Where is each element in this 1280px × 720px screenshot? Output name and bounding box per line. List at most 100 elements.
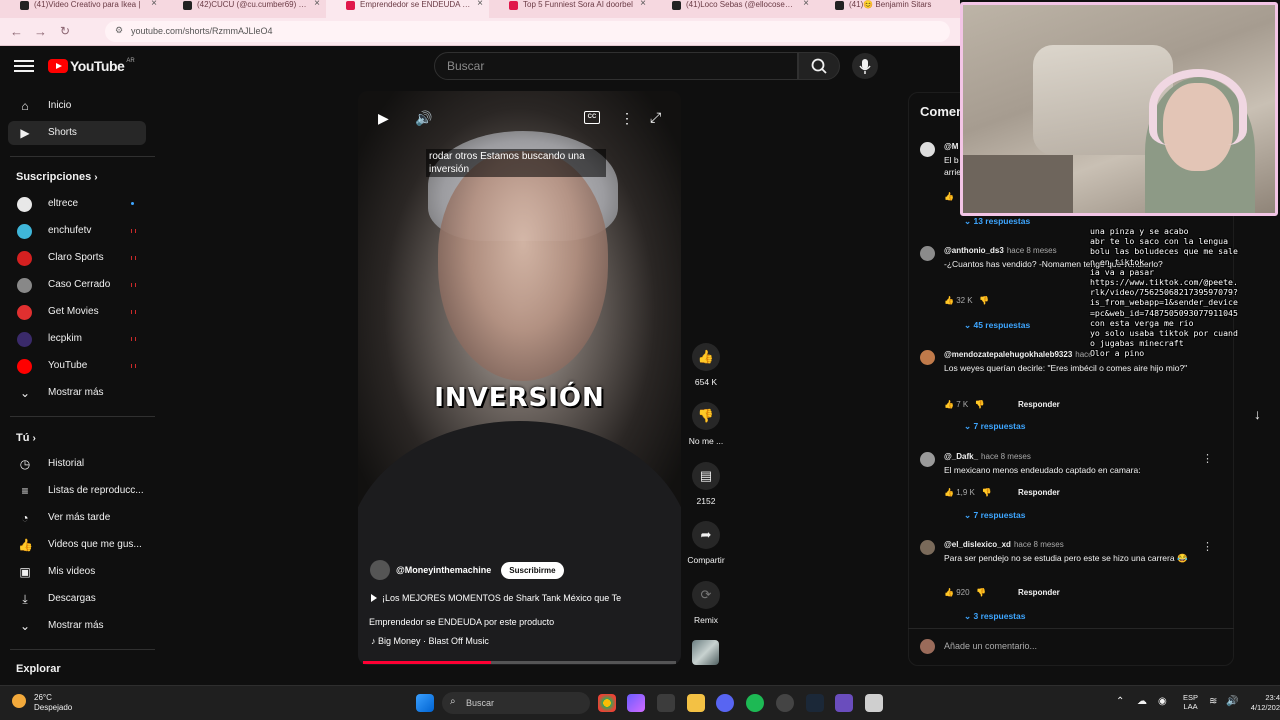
subscriptions-heading[interactable]: Suscripciones › bbox=[16, 171, 98, 183]
browser-tab[interactable]: (41)Loco Sebas (@ellocosebas × bbox=[652, 0, 815, 18]
reload-icon[interactable]: ↻ bbox=[60, 24, 70, 38]
reply-button[interactable]: Responder bbox=[1018, 588, 1060, 597]
guide-menu-icon[interactable] bbox=[14, 57, 34, 73]
comment-likes[interactable]: 👍 920 👎 bbox=[944, 588, 986, 597]
search-input[interactable] bbox=[435, 53, 775, 79]
comment-author[interactable]: @anthonio_ds3 hace 8 meses bbox=[944, 246, 1057, 255]
comment-author[interactable]: @_Dafk_ hace 8 meses bbox=[944, 452, 1031, 461]
channel-avatar[interactable] bbox=[370, 560, 390, 580]
voice-search-button[interactable] bbox=[852, 53, 878, 79]
taskbar-clock[interactable]: 23:4 4/12/202 bbox=[1248, 693, 1280, 713]
sidebar-item-shorts[interactable]: ▶ Shorts bbox=[8, 121, 146, 145]
tray-app-icon[interactable]: ◉ bbox=[1158, 696, 1167, 707]
dislike-button[interactable]: 👎 No me ... bbox=[684, 402, 728, 446]
volume-icon[interactable]: 🔊 bbox=[415, 110, 432, 126]
browser-tab-active[interactable]: Emprendedor se ENDEUDA por × bbox=[326, 0, 489, 18]
taskbar-search[interactable]: ⌕ bbox=[442, 692, 590, 714]
sidebar-subscription[interactable]: Claro Sports bbox=[8, 246, 146, 270]
tab-close-icon[interactable]: × bbox=[803, 0, 809, 9]
browser-tab[interactable]: (41)😊 Benjamin Sitars bbox=[815, 0, 960, 18]
sidebar-item-liked[interactable]: 👍 Videos que me gus... bbox=[8, 533, 146, 557]
wifi-icon[interactable]: ≋ bbox=[1209, 696, 1217, 707]
tab-close-icon[interactable]: × bbox=[314, 0, 320, 9]
weather-widget[interactable]: 26°C Despejado bbox=[34, 693, 72, 713]
reply-button[interactable]: Responder bbox=[1018, 488, 1060, 497]
sidebar-subscription[interactable]: enchufetv bbox=[8, 219, 146, 243]
sidebar-item-watch-later[interactable]: ◔ Ver más tarde bbox=[8, 506, 146, 530]
site-info-icon[interactable]: ⚙ bbox=[115, 25, 123, 36]
replies-toggle[interactable]: ⌄ 3 respuestas bbox=[964, 611, 1025, 622]
sidebar-item-playlists[interactable]: ≡ Listas de reproducc... bbox=[8, 479, 146, 503]
youtube-logo[interactable]: YouTube AR bbox=[48, 58, 135, 74]
url-field[interactable]: ⚙ youtube.com/shorts/RzmmAJLleO4 bbox=[105, 21, 950, 42]
captions-icon[interactable]: CC bbox=[584, 111, 600, 124]
comments-button[interactable]: ▤ 2152 bbox=[684, 462, 728, 506]
comment-avatar[interactable] bbox=[920, 350, 935, 365]
sidebar-item-my-videos[interactable]: ▣ Mis videos bbox=[8, 560, 146, 584]
weather-sun-icon[interactable] bbox=[12, 694, 26, 708]
replies-toggle[interactable]: ⌄ 13 respuestas bbox=[964, 216, 1030, 227]
language-indicator[interactable]: ESP LAA bbox=[1183, 693, 1198, 711]
replies-toggle[interactable]: ⌄ 7 respuestas bbox=[964, 421, 1025, 432]
comment-likes[interactable]: 👍 32 K 👎 bbox=[944, 296, 989, 305]
search-button[interactable] bbox=[798, 52, 840, 80]
sidebar-subscription[interactable]: YouTube bbox=[8, 354, 146, 378]
comment-likes[interactable]: 👍 1,9 K 👎 bbox=[944, 488, 992, 497]
browser-tab[interactable]: Top 5 Funniest Sora AI doorbel × bbox=[489, 0, 652, 18]
back-icon[interactable]: ← bbox=[10, 24, 23, 39]
video-progress-bar[interactable] bbox=[363, 661, 676, 664]
tab-close-icon[interactable]: × bbox=[477, 0, 483, 9]
comment-author[interactable]: @mendozatepalehugokhaleb9323 hace bbox=[944, 350, 1093, 359]
sidebar-item-history[interactable]: ◷ Historial bbox=[8, 452, 146, 476]
spotify-icon[interactable] bbox=[746, 694, 764, 712]
like-icon[interactable]: 👍 bbox=[944, 192, 954, 201]
show-more-you[interactable]: ⌄ Mostrar más bbox=[8, 614, 146, 638]
tab-close-icon[interactable]: × bbox=[640, 0, 646, 9]
reply-button[interactable]: Responder bbox=[1018, 400, 1060, 409]
replies-toggle[interactable]: ⌄ 45 respuestas bbox=[964, 320, 1030, 331]
comment-avatar[interactable] bbox=[920, 142, 935, 157]
browser-tab[interactable]: (42)CUCU (@cu.cumber69) | Ti × bbox=[163, 0, 326, 18]
browser-tab[interactable]: (41)Video Creativo para Ikea | × bbox=[0, 0, 163, 18]
tab-close-icon[interactable]: × bbox=[151, 0, 157, 9]
replies-toggle[interactable]: ⌄ 7 respuestas bbox=[964, 510, 1025, 521]
sidebar-subscription[interactable]: lecpkim bbox=[8, 327, 146, 351]
audio-thumbnail[interactable] bbox=[692, 640, 719, 665]
sidebar-subscription[interactable]: Get Movies bbox=[8, 300, 146, 324]
show-more-subscriptions[interactable]: ⌄ Mostrar más bbox=[8, 381, 146, 405]
you-heading[interactable]: Tú › bbox=[16, 432, 36, 444]
comment-likes[interactable]: 👍 7 K 👎 bbox=[944, 400, 985, 409]
music-label[interactable]: ♪ Big Money · Blast Off Music bbox=[371, 636, 489, 646]
comment-author[interactable]: @el_dislexico_xd hace 8 meses bbox=[944, 540, 1064, 549]
sidebar-subscription[interactable]: Caso Cerrado bbox=[8, 273, 146, 297]
calculator-icon[interactable] bbox=[865, 694, 883, 712]
chrome-icon[interactable] bbox=[598, 694, 616, 712]
file-explorer-icon[interactable] bbox=[687, 694, 705, 712]
tray-overflow-icon[interactable]: ⌃ bbox=[1116, 696, 1124, 707]
share-button[interactable]: ➦ Compartir bbox=[684, 521, 728, 565]
app-icon[interactable] bbox=[835, 694, 853, 712]
play-icon[interactable]: ▶ bbox=[378, 110, 389, 126]
subscribe-button[interactable]: Suscribirme bbox=[501, 561, 564, 579]
volume-tray-icon[interactable]: 🔊 bbox=[1226, 696, 1238, 707]
obs-icon[interactable] bbox=[776, 694, 794, 712]
add-comment-input[interactable] bbox=[944, 637, 1214, 655]
next-short-arrow-icon[interactable]: ↓ bbox=[1254, 406, 1261, 422]
app-icon[interactable] bbox=[657, 694, 675, 712]
steam-icon[interactable] bbox=[806, 694, 824, 712]
comment-avatar[interactable] bbox=[920, 246, 935, 261]
channel-name[interactable]: @Moneyinthemachine bbox=[396, 565, 491, 575]
fullscreen-icon[interactable]: ⤢ bbox=[650, 109, 661, 125]
like-button[interactable]: 👍 654 K bbox=[684, 343, 728, 387]
remix-button[interactable]: ⟳ Remix bbox=[684, 581, 728, 625]
comment-avatar[interactable] bbox=[920, 540, 935, 555]
more-options-icon[interactable]: ⋮ bbox=[620, 110, 634, 126]
comment-avatar[interactable] bbox=[920, 452, 935, 467]
sidebar-item-home[interactable]: ⌂ Inicio bbox=[8, 94, 146, 118]
video-title[interactable]: ¡Los MEJORES MOMENTOS de Shark Tank Méxi… bbox=[369, 592, 669, 628]
discord-icon[interactable] bbox=[716, 694, 734, 712]
network-tray-icon[interactable]: ☁ bbox=[1137, 696, 1147, 707]
comment-author[interactable]: @M bbox=[944, 142, 958, 151]
forward-icon[interactable]: → bbox=[34, 24, 47, 39]
sidebar-subscription[interactable]: eltrece bbox=[8, 192, 146, 216]
